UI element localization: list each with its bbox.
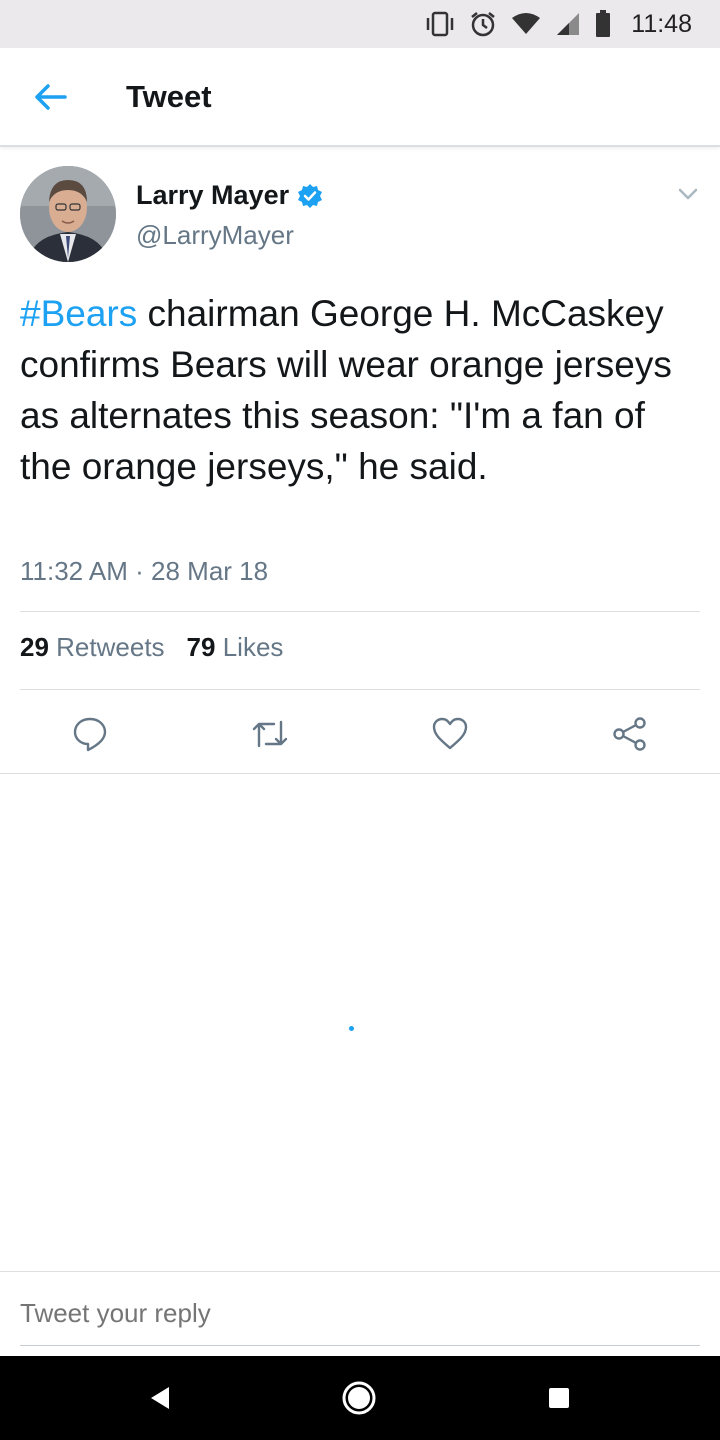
author-name: Larry Mayer <box>136 180 290 210</box>
author-handle[interactable]: @LarryMayer <box>136 220 294 251</box>
page-title: Tweet <box>126 78 212 114</box>
arrow-left-icon <box>35 83 67 110</box>
retweet-icon <box>252 720 288 748</box>
status-time: 11:48 <box>631 9 692 38</box>
tweet-text: #Bears chairman George H. McCaskey confi… <box>20 288 700 492</box>
divider <box>20 689 700 690</box>
reply-icon <box>73 717 107 752</box>
like-button[interactable] <box>430 714 470 754</box>
tweet-actions <box>0 700 720 774</box>
retweets-stat[interactable]: 29 Retweets <box>20 632 165 663</box>
share-button[interactable] <box>610 714 650 754</box>
likes-stat[interactable]: 79 Likes <box>187 632 284 663</box>
verified-badge-icon <box>298 183 323 208</box>
app-bar: Tweet <box>0 48 720 147</box>
signal-icon <box>557 13 580 35</box>
home-circle-icon <box>342 1381 376 1415</box>
triangle-back-icon <box>151 1387 169 1409</box>
retweet-button[interactable] <box>250 714 290 754</box>
like-icon <box>432 717 468 750</box>
nav-home-button[interactable] <box>339 1378 379 1418</box>
nav-recents-button[interactable] <box>539 1378 579 1418</box>
likes-count: 79 <box>186 632 216 662</box>
reply-bar <box>0 1271 720 1356</box>
avatar-image <box>20 166 116 262</box>
retweets-count: 29 <box>20 632 49 662</box>
tweet-header: Larry Mayer @LarryMayer <box>20 166 700 266</box>
author-name-row[interactable]: Larry Mayer <box>136 180 323 211</box>
wifi-icon <box>512 13 541 34</box>
hashtag-link[interactable]: #Bears <box>20 293 137 334</box>
reply-input[interactable] <box>20 1298 620 1329</box>
likes-label: Likes <box>222 632 284 662</box>
loading-indicator <box>349 1026 354 1031</box>
avatar[interactable] <box>20 166 116 262</box>
alarm-icon <box>471 12 496 37</box>
reply-button[interactable] <box>70 714 110 754</box>
system-nav-bar <box>0 1356 720 1440</box>
status-bar: 11:48 <box>0 0 720 48</box>
tweet-timestamp: 11:32 AM · 28 Mar 18 <box>20 556 269 586</box>
share-icon <box>613 717 646 751</box>
vibrate-icon <box>427 11 454 37</box>
square-recents-icon <box>549 1388 569 1408</box>
tweet-stats: 29 Retweets 79 Likes <box>20 632 283 663</box>
back-button[interactable] <box>20 67 80 127</box>
battery-icon <box>596 10 611 37</box>
reply-underline <box>20 1345 700 1346</box>
nav-back-button[interactable] <box>140 1378 180 1418</box>
divider <box>20 611 700 612</box>
retweets-label: Retweets <box>56 632 165 662</box>
chevron-down-icon[interactable] <box>676 182 700 206</box>
